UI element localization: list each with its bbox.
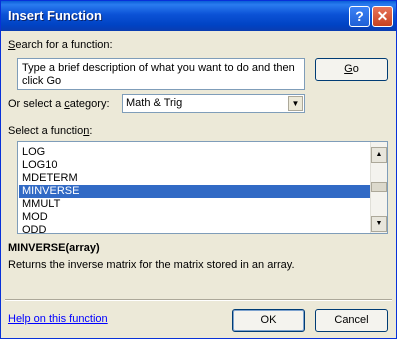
search-label: Search for a function: [8, 39, 113, 51]
scroll-down-button[interactable]: ▼ [371, 216, 387, 232]
insert-function-dialog: Insert Function ? ✕ Search for a functio… [0, 0, 397, 339]
close-icon: ✕ [376, 8, 389, 24]
chevron-down-icon[interactable]: ▼ [288, 96, 303, 111]
category-label: Or select a category: [8, 98, 110, 110]
function-description: Returns the inverse matrix for the matri… [8, 259, 295, 271]
category-selected-value: Math & Trig [126, 97, 183, 109]
list-item[interactable]: MOD [19, 211, 371, 224]
footer-divider [5, 299, 392, 301]
function-list[interactable]: LOG LOG10 MDETERM MINVERSE MMULT MOD ODD… [17, 141, 388, 234]
title-bar[interactable]: Insert Function ? ✕ [1, 1, 396, 31]
function-signature: MINVERSE(array) [8, 242, 100, 254]
list-item[interactable]: MDETERM [19, 172, 371, 185]
list-item-selected[interactable]: MINVERSE [19, 185, 371, 198]
arrow-down-icon: ▼ [375, 220, 383, 227]
question-icon: ? [355, 8, 364, 24]
arrow-up-icon: ▲ [375, 151, 383, 158]
function-list-label: Select a function: [8, 125, 93, 137]
go-button[interactable]: Go [315, 58, 388, 81]
scroll-thumb[interactable] [371, 182, 387, 192]
category-select[interactable]: Math & Trig ▼ [122, 94, 305, 113]
dialog-title: Insert Function [8, 8, 102, 23]
list-item[interactable]: MMULT [19, 198, 371, 211]
scroll-up-button[interactable]: ▲ [371, 147, 387, 163]
help-button[interactable]: ? [349, 6, 370, 27]
search-input[interactable]: Type a brief description of what you wan… [17, 58, 305, 90]
close-button[interactable]: ✕ [372, 6, 393, 27]
list-item[interactable]: LOG [19, 146, 371, 159]
help-link[interactable]: Help on this function [8, 313, 108, 325]
ok-button[interactable]: OK [232, 309, 305, 332]
list-scrollbar[interactable]: ▲ ▼ [370, 142, 387, 233]
list-item[interactable]: LOG10 [19, 159, 371, 172]
list-item[interactable]: ODD [19, 224, 371, 233]
cancel-button[interactable]: Cancel [315, 309, 388, 332]
